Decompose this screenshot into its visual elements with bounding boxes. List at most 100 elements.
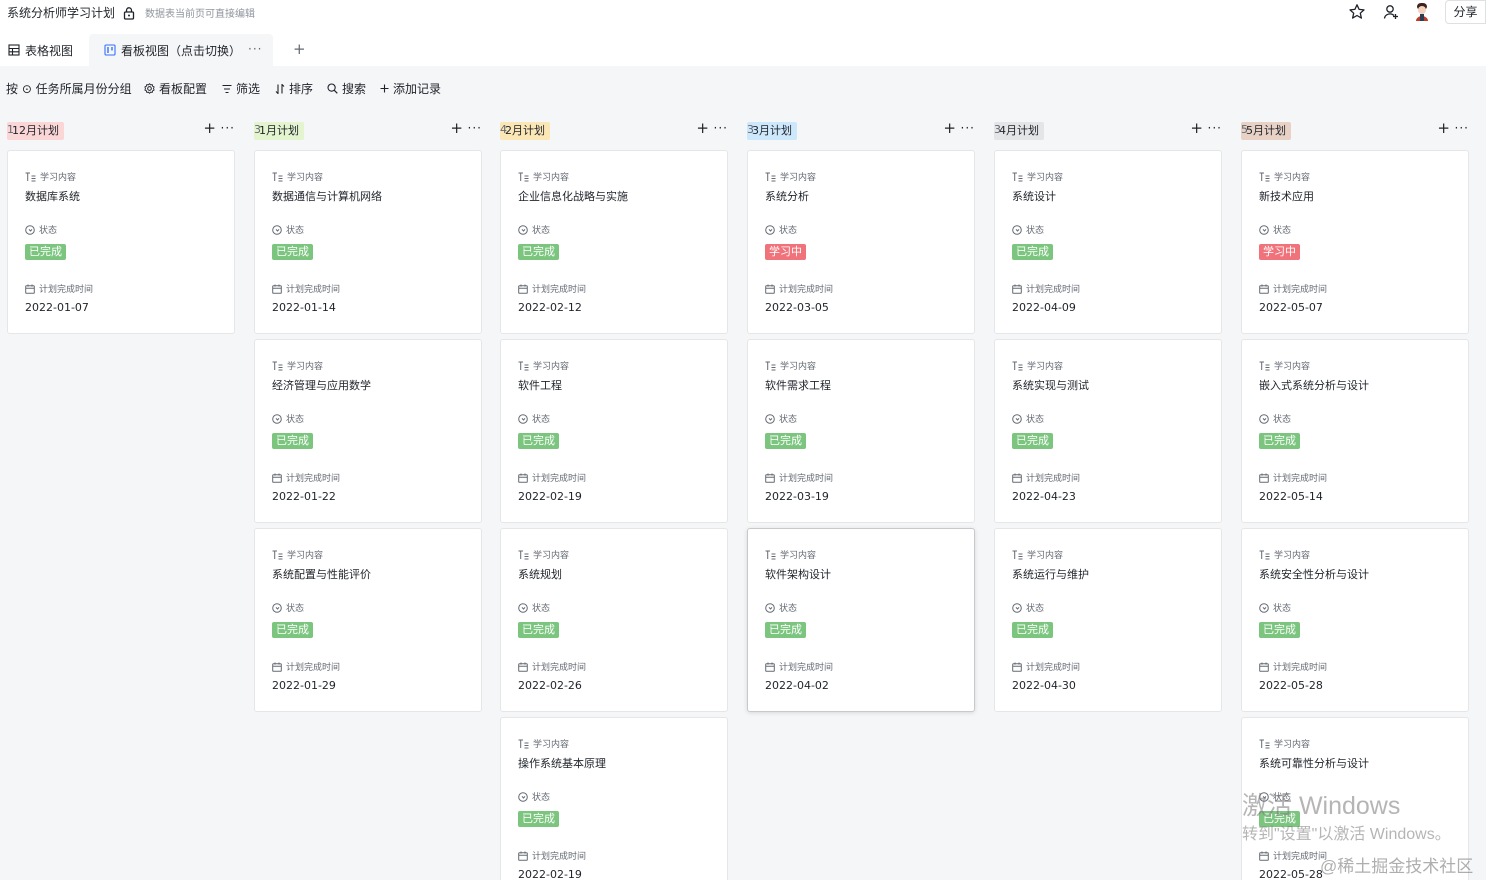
column-more-icon[interactable]: ··· [961, 121, 975, 135]
card-title: 数据通信与计算机网络 [272, 190, 382, 203]
kanban-card[interactable]: 学习内容 嵌入式系统分析与设计 状态 已完成 计划完成时间 2022-05-14 [1241, 339, 1469, 523]
column-more-icon[interactable]: ··· [1455, 121, 1469, 135]
add-record-button[interactable]: 添加记录 [380, 80, 441, 97]
column-more-icon[interactable]: ··· [714, 121, 728, 135]
status-field-label: 状态 [1012, 412, 1044, 425]
content-label-text: 学习内容 [780, 362, 817, 372]
star-icon[interactable] [1348, 3, 1366, 21]
status-badge: 已完成 [1259, 433, 1300, 449]
date-label-text: 计划完成时间 [286, 285, 341, 295]
tab-kanban-view[interactable]: 看板视图（点击切换） [89, 34, 273, 66]
column-tag[interactable]: 12月计划 [7, 122, 64, 140]
column-more-icon[interactable]: ··· [468, 121, 482, 135]
column-add-icon[interactable]: + [1190, 119, 1203, 137]
add-view-icon[interactable]: + [293, 40, 306, 58]
status-label-text: 状态 [779, 226, 798, 236]
calendar-icon [1012, 662, 1022, 672]
status-label-text: 状态 [286, 604, 305, 614]
status-label-text: 状态 [1273, 415, 1292, 425]
group-by-button[interactable]: 按 ⊙ 任务所属月份分组 [6, 80, 132, 97]
content-label-text: 学习内容 [287, 173, 324, 183]
status-field-label: 状态 [518, 412, 550, 425]
text-field-icon [272, 172, 283, 181]
date-field-label: 计划完成时间 [1259, 849, 1327, 862]
calendar-icon [1259, 284, 1269, 294]
kanban-card[interactable]: 学习内容 软件工程 状态 已完成 计划完成时间 2022-02-19 [500, 339, 728, 523]
board-config-button[interactable]: 看板配置 [144, 80, 207, 97]
add-record-label: 添加记录 [393, 82, 442, 96]
kanban-card[interactable]: 学习内容 系统设计 状态 已完成 计划完成时间 2022-04-09 [994, 150, 1222, 334]
status-label-text: 状态 [1273, 604, 1292, 614]
status-badge: 已完成 [272, 622, 313, 638]
column-more-icon[interactable]: ··· [221, 121, 235, 135]
kanban-column: 3月计划 3 + ··· 学习内容 系统分析 状态 学习中 计划完成时间 2022-03-05 学习… [747, 110, 975, 880]
search-button[interactable]: 搜索 [327, 80, 366, 97]
status-field-label: 状态 [1012, 601, 1044, 614]
date-field-label: 计划完成时间 [1012, 282, 1080, 295]
kanban-card[interactable]: 学习内容 系统配置与性能评价 状态 已完成 计划完成时间 2022-01-29 [254, 528, 482, 712]
content-field-label: 学习内容 [518, 737, 569, 750]
add-user-icon[interactable] [1382, 3, 1400, 21]
column-tag[interactable]: 1月计划 [254, 122, 304, 140]
status-badge: 已完成 [1012, 244, 1053, 260]
kanban-card[interactable]: 学习内容 经济管理与应用数学 状态 已完成 计划完成时间 2022-01-22 [254, 339, 482, 523]
kanban-card[interactable]: 学习内容 系统运行与维护 状态 已完成 计划完成时间 2022-04-30 [994, 528, 1222, 712]
kanban-card[interactable]: 学习内容 数据库系统 状态 已完成 计划完成时间 2022-01-07 [7, 150, 235, 334]
date-field-label: 计划完成时间 [272, 471, 340, 484]
status-label-text: 状态 [532, 226, 551, 236]
date-field-label: 计划完成时间 [518, 282, 586, 295]
avatar[interactable] [1413, 2, 1431, 22]
kanban-card[interactable]: 学习内容 系统规划 状态 已完成 计划完成时间 2022-02-26 [500, 528, 728, 712]
column-tag[interactable]: 2月计划 [500, 122, 550, 140]
group-by-label: 按 ⊙ 任务所属月份分组 [6, 82, 132, 96]
content-label-text: 学习内容 [287, 551, 324, 561]
column-tag[interactable]: 4月计划 [994, 122, 1044, 140]
tab-more-icon[interactable]: ··· [248, 42, 262, 56]
kanban-card[interactable]: 学习内容 新技术应用 状态 学习中 计划完成时间 2022-05-07 [1241, 150, 1469, 334]
column-add-icon[interactable]: + [1437, 119, 1450, 137]
kanban-card[interactable]: 学习内容 系统分析 状态 学习中 计划完成时间 2022-03-05 [747, 150, 975, 334]
content-field-label: 学习内容 [25, 170, 76, 183]
doc-title[interactable]: 系统分析师学习计划 [7, 4, 115, 21]
sort-button[interactable]: 排序 [275, 80, 313, 97]
date-field-label: 计划完成时间 [272, 660, 340, 673]
column-tag[interactable]: 5月计划 [1241, 122, 1291, 140]
share-button[interactable]: 分享 [1445, 0, 1486, 24]
kanban-card[interactable]: 学习内容 企业信息化战略与实施 状态 已完成 计划完成时间 2022-02-12 [500, 150, 728, 334]
column-count: 3 [747, 123, 754, 136]
kanban-card[interactable]: 学习内容 操作系统基本原理 状态 已完成 计划完成时间 2022-02-19 [500, 717, 728, 880]
status-label-text: 状态 [1273, 226, 1292, 236]
content-label-text: 学习内容 [533, 362, 570, 372]
column-add-icon[interactable]: + [203, 119, 216, 137]
calendar-icon [1012, 473, 1022, 483]
column-add-icon[interactable]: + [450, 119, 463, 137]
status-label-text: 状态 [779, 415, 798, 425]
content-field-label: 学习内容 [1259, 170, 1310, 183]
kanban-card[interactable]: 学习内容 系统安全性分析与设计 状态 已完成 计划完成时间 2022-05-28 [1241, 528, 1469, 712]
card-date: 2022-05-28 [1259, 679, 1323, 692]
filter-button[interactable]: 筛选 [222, 80, 260, 97]
kanban-card[interactable]: 学习内容 软件需求工程 状态 已完成 计划完成时间 2022-03-19 [747, 339, 975, 523]
status-label-text: 状态 [532, 415, 551, 425]
kanban-icon [104, 44, 116, 56]
text-field-icon [765, 172, 776, 181]
column-tag[interactable]: 3月计划 [747, 122, 797, 140]
status-field-label: 状态 [272, 412, 304, 425]
kanban-card[interactable]: 学习内容 软件架构设计 状态 已完成 计划完成时间 2022-04-02 [747, 528, 975, 712]
calendar-icon [272, 284, 282, 294]
column-count: 3 [994, 123, 1001, 136]
status-field-label: 状态 [765, 223, 797, 236]
tab-grid-view[interactable]: 表格视图 [8, 34, 73, 66]
kanban-card[interactable]: 学习内容 系统实现与测试 状态 已完成 计划完成时间 2022-04-23 [994, 339, 1222, 523]
text-field-icon [1012, 172, 1023, 181]
column-add-icon[interactable]: + [696, 119, 709, 137]
lock-icon[interactable] [122, 6, 136, 20]
status-icon [518, 602, 528, 613]
kanban-card[interactable]: 学习内容 数据通信与计算机网络 状态 已完成 计划完成时间 2022-01-14 [254, 150, 482, 334]
column-add-icon[interactable]: + [943, 119, 956, 137]
card-title: 经济管理与应用数学 [272, 379, 371, 392]
column-more-icon[interactable]: ··· [1208, 121, 1222, 135]
status-field-label: 状态 [518, 601, 550, 614]
card-title: 嵌入式系统分析与设计 [1259, 379, 1369, 392]
content-field-label: 学习内容 [272, 548, 323, 561]
